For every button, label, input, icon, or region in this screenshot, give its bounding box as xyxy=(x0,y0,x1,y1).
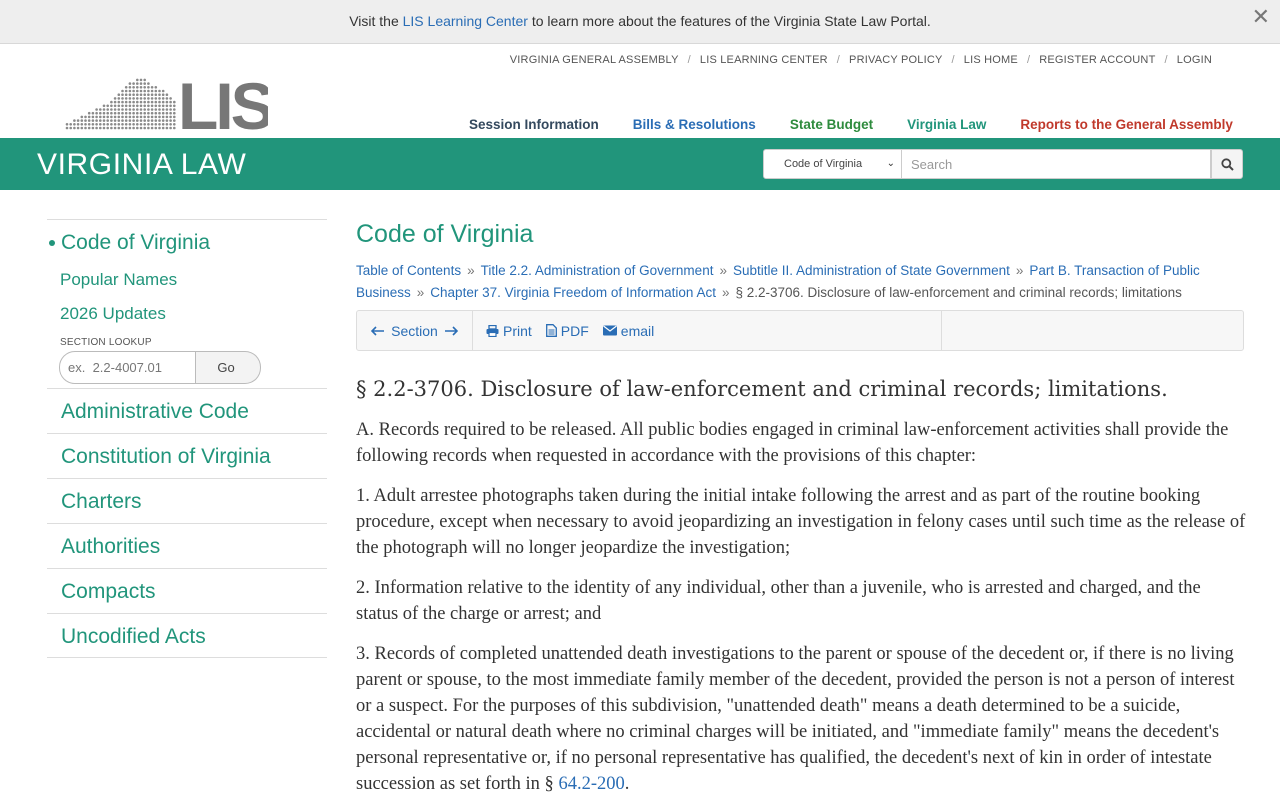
utility-nav: VIRGINIA GENERAL ASSEMBLY / LIS LEARNING C… xyxy=(510,54,1212,66)
logo-text: LIS xyxy=(178,74,268,132)
pdf-file-icon xyxy=(545,324,557,337)
section-actions: Print PDF email xyxy=(473,311,942,350)
breadcrumb-separator: » xyxy=(467,263,475,278)
active-dot-icon xyxy=(49,240,55,246)
sidebar-item-administrative-code[interactable]: Administrative Code xyxy=(47,388,327,433)
main-nav-reports-to-the-general-assembly[interactable]: Reports to the General Assembly xyxy=(1020,117,1233,132)
email-button[interactable]: email xyxy=(602,322,655,339)
sidebar-item-authorities[interactable]: Authorities xyxy=(47,523,327,568)
notice-suffix: to learn more about the features of the … xyxy=(527,13,931,29)
sidebar-item-compacts[interactable]: Compacts xyxy=(47,568,327,613)
nav-separator: / xyxy=(1026,54,1031,66)
breadcrumb-link[interactable]: Subtitle II. Administration of State Gov… xyxy=(733,263,1010,278)
utility-nav-lis-home[interactable]: LIS HOME xyxy=(964,54,1018,66)
utility-nav-lis-learning-center[interactable]: LIS LEARNING CENTER xyxy=(700,54,828,66)
arrow-right-icon[interactable] xyxy=(444,325,458,336)
main-content: Code of Virginia Table of Contents » Title… xyxy=(356,220,1246,794)
notice-prefix: Visit the xyxy=(349,13,403,29)
page-title: Code of Virginia xyxy=(356,220,534,248)
breadcrumb-link[interactable]: Table of Contents xyxy=(356,263,461,278)
chevron-down-icon: ⌄ xyxy=(886,158,895,169)
search-scope-select[interactable]: Code of Virginia ⌄ xyxy=(763,149,902,179)
sidebar-active-label: Code of Virginia xyxy=(61,231,211,254)
main-nav-session-information[interactable]: Session Information xyxy=(469,117,599,132)
section-toolbar: Section Print PDF email xyxy=(356,310,1244,351)
arrow-left-icon[interactable] xyxy=(371,325,385,336)
envelope-icon xyxy=(602,325,617,336)
section-title: VIRGINIA LAW xyxy=(37,148,247,181)
breadcrumb: Table of Contents » Title 2.2. Administrat… xyxy=(356,260,1246,304)
utility-nav-privacy-policy[interactable]: PRIVACY POLICY xyxy=(849,54,942,66)
print-label: Print xyxy=(503,322,532,339)
breadcrumb-separator: » xyxy=(416,285,425,300)
section-body: A. Records required to be released. All … xyxy=(356,417,1246,800)
paragraph-3-text: 3. Records of completed unattended death… xyxy=(356,644,1235,794)
lis-logo[interactable]: LIS xyxy=(64,69,276,143)
notice-banner: Visit the LIS Learning Center to learn m… xyxy=(0,0,1280,44)
nav-separator: / xyxy=(1164,54,1168,66)
section-navigation: Section xyxy=(357,311,473,350)
search-scope-value: Code of Virginia xyxy=(784,158,863,170)
email-label: email xyxy=(620,322,655,339)
lis-learning-center-link[interactable]: LIS Learning Center xyxy=(403,13,528,29)
sidebar-item-charters[interactable]: Charters xyxy=(47,478,327,523)
section-heading: § 2.2-3706. Disclosure of law-enforcemen… xyxy=(356,377,1168,401)
nav-separator: / xyxy=(951,54,955,66)
close-icon[interactable]: ✕ xyxy=(1252,6,1270,28)
utility-nav-register-account[interactable]: REGISTER ACCOUNT xyxy=(1039,54,1155,66)
pdf-button[interactable]: PDF xyxy=(545,322,589,339)
paragraph-1: 1. Adult arrestee photographs taken duri… xyxy=(356,486,1246,558)
utility-nav-virginia-general-assembly[interactable]: VIRGINIA GENERAL ASSEMBLY xyxy=(510,54,679,66)
main-nav-virginia-law[interactable]: Virginia Law xyxy=(907,117,986,132)
notice-text: Visit the LIS Learning Center to learn m… xyxy=(0,13,1280,29)
paragraph-2: 2. Information relative to the identity … xyxy=(356,578,1201,624)
main-nav-state-budget[interactable]: State Budget xyxy=(790,117,873,132)
section-lookup-input[interactable] xyxy=(59,351,196,384)
section-lookup-form: Go xyxy=(59,351,327,384)
sidebar: Code of Virginia Popular Names 2026 Upda… xyxy=(47,219,327,658)
breadcrumb-current: § 2.2-3706. Disclosure of law-enforcemen… xyxy=(735,285,1182,300)
breadcrumb-separator: » xyxy=(1015,263,1024,278)
breadcrumb-link[interactable]: Chapter 37. Virginia Freedom of Informat… xyxy=(430,285,716,300)
pdf-label: PDF xyxy=(560,322,589,339)
search-input[interactable] xyxy=(902,149,1211,179)
section-lookup-go-button[interactable]: Go xyxy=(196,351,261,384)
sidebar-collections: Administrative Code Constitution of Virgi… xyxy=(47,388,327,658)
search-button[interactable] xyxy=(1211,149,1243,179)
sidebar-item-code-of-virginia[interactable]: Code of Virginia xyxy=(49,230,327,256)
main-nav-bills-resolutions[interactable]: Bills & Resolutions xyxy=(633,117,756,132)
nav-separator: / xyxy=(687,54,691,66)
sidebar-item-uncodified-acts[interactable]: Uncodified Acts xyxy=(47,613,327,658)
section-lookup-label: SECTION LOOKUP xyxy=(60,337,152,348)
section-label: Section xyxy=(391,322,438,339)
utility-nav-login[interactable]: LOGIN xyxy=(1177,54,1212,66)
code-section-link[interactable]: 64.2-200 xyxy=(558,774,624,794)
search-icon xyxy=(1220,157,1234,171)
main-nav: Session Information Bills & Resolutions St… xyxy=(469,117,1267,132)
search-form: Code of Virginia ⌄ xyxy=(763,149,1243,179)
breadcrumb-separator: » xyxy=(721,285,730,300)
breadcrumb-separator: » xyxy=(719,263,727,278)
sidebar-item-popular-names[interactable]: Popular Names xyxy=(60,270,327,290)
print-icon xyxy=(486,324,499,337)
section-banner: VIRGINIA LAW Code of Virginia ⌄ xyxy=(0,138,1280,190)
paragraph-a: A. Records required to be released. All … xyxy=(356,420,1229,466)
breadcrumb-link[interactable]: Title 2.2. Administration of Government xyxy=(481,263,714,278)
nav-separator: / xyxy=(836,54,841,66)
virginia-map-dots-logo: LIS xyxy=(65,69,276,143)
paragraph-3: 3. Records of completed unattended death… xyxy=(356,641,1246,797)
print-button[interactable]: Print xyxy=(486,323,532,339)
sidebar-item-2026-updates[interactable]: 2026 Updates xyxy=(60,304,327,324)
sidebar-item-constitution-of-virginia[interactable]: Constitution of Virginia xyxy=(47,433,327,478)
paragraph-3-end: . xyxy=(624,774,630,794)
